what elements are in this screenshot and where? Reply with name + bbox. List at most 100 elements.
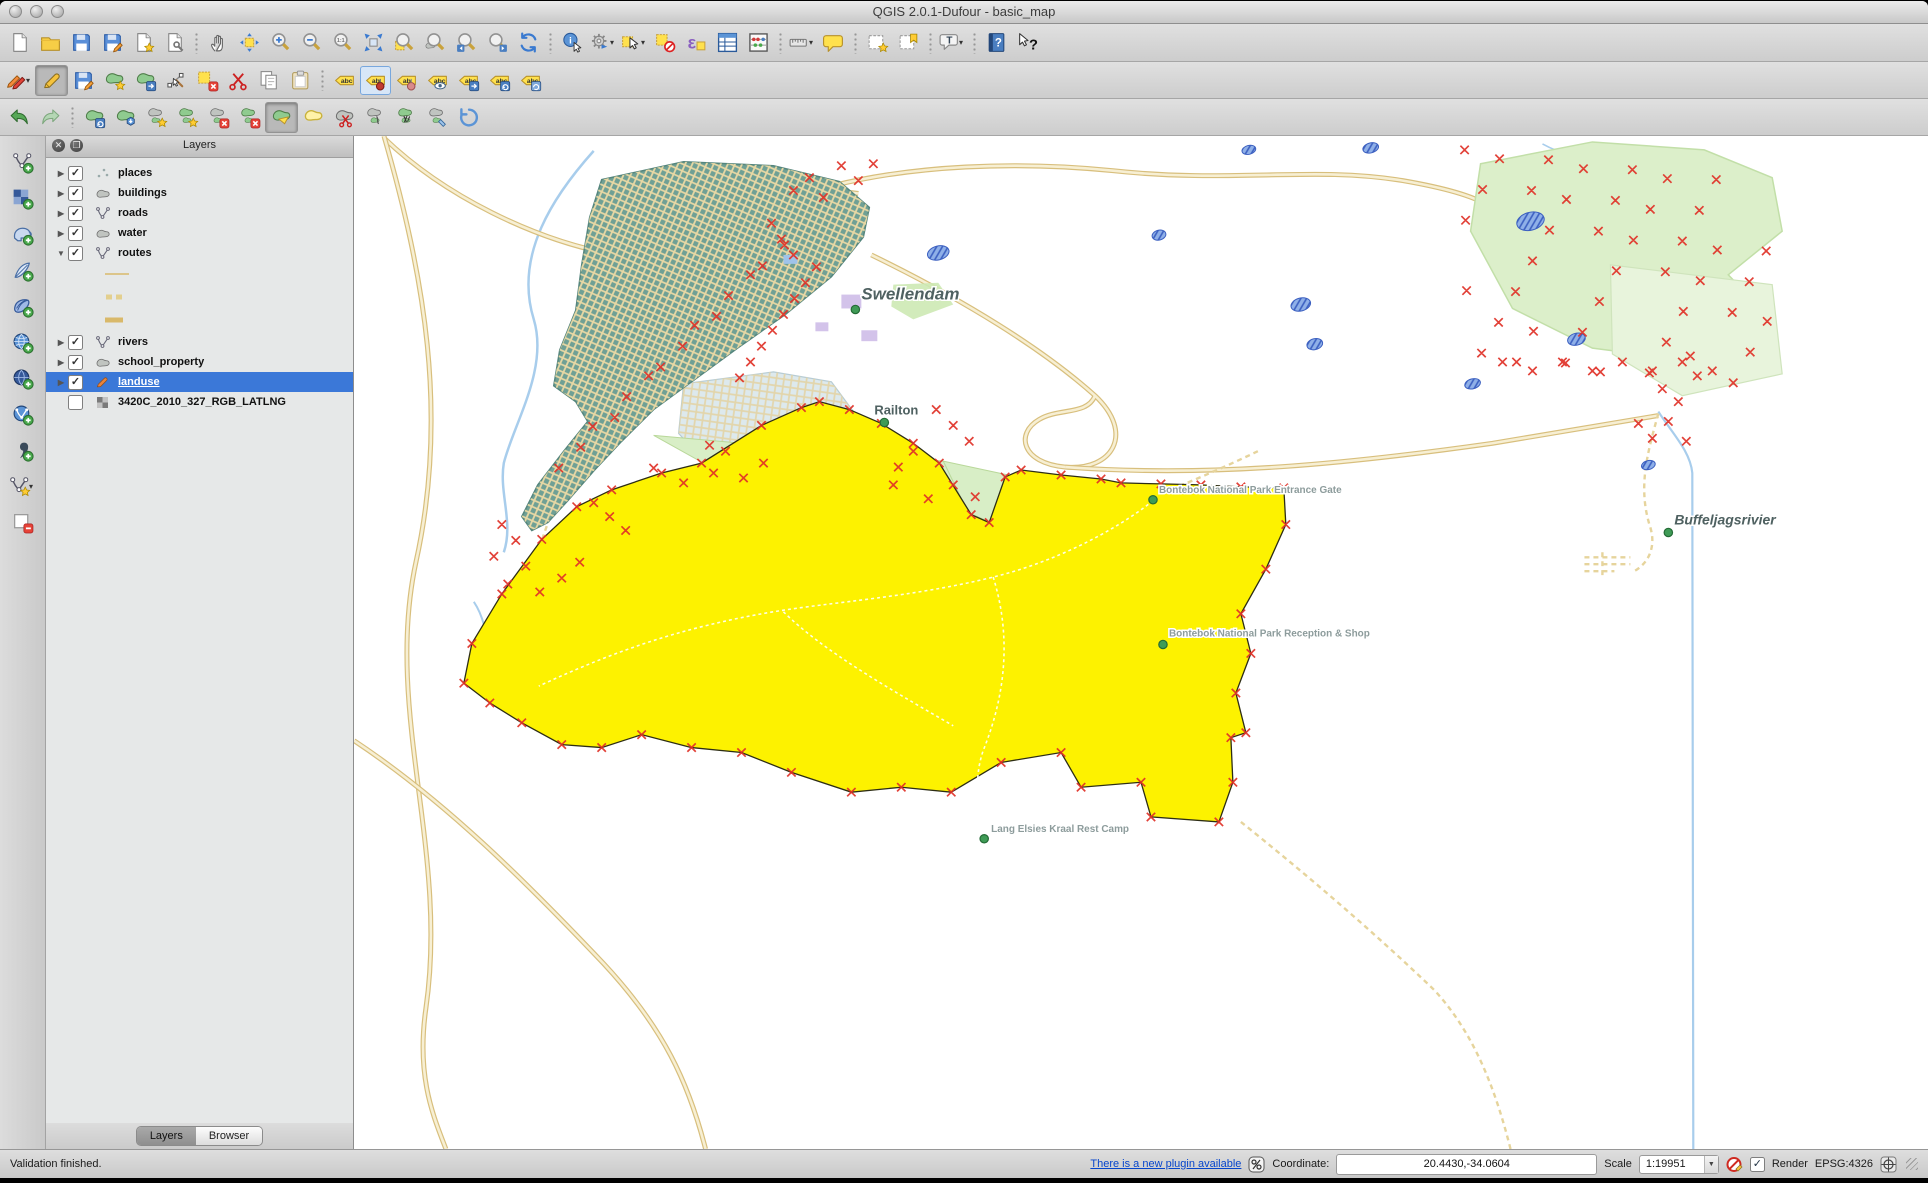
text-annotation-dropdown-icon[interactable]: ▾	[959, 38, 967, 47]
stop-render-icon[interactable]	[1726, 1156, 1743, 1173]
add-vector-layer-button[interactable]	[6, 146, 40, 178]
zoom-to-layer-button[interactable]	[420, 28, 451, 57]
layer-row-water[interactable]: ▶✓water	[46, 223, 353, 243]
add-part-button[interactable]	[172, 103, 203, 132]
split-parts-button[interactable]	[360, 103, 391, 132]
layer-visibility-checkbox[interactable]: ✓	[68, 246, 83, 261]
expand-arrow-icon[interactable]: ▶	[54, 378, 68, 387]
plugin-available-link[interactable]: There is a new plugin available	[1090, 1158, 1241, 1170]
panel-tab-browser[interactable]: Browser	[196, 1127, 262, 1145]
simplify-feature-button[interactable]	[110, 103, 141, 132]
layer-row-routes[interactable]: ▼✓routes	[46, 243, 353, 263]
layer-row-school_property[interactable]: ▶✓school_property	[46, 352, 353, 372]
deselect-features-button[interactable]	[650, 28, 681, 57]
move-label-button[interactable]: abc	[453, 66, 484, 95]
select-by-expression-button[interactable]: ε	[681, 28, 712, 57]
add-wfs-layer-button[interactable]	[6, 398, 40, 430]
add-mssql-layer-button[interactable]	[6, 290, 40, 322]
expand-arrow-icon[interactable]: ▶	[54, 209, 68, 218]
rotate-label-button[interactable]: abc	[484, 66, 515, 95]
delete-selected-button[interactable]	[192, 66, 223, 95]
coordinate-input[interactable]	[1336, 1154, 1597, 1175]
add-ring-button[interactable]	[141, 103, 172, 132]
layer-row-buildings[interactable]: ▶✓buildings	[46, 183, 353, 203]
add-raster-layer-button[interactable]	[6, 182, 40, 214]
redo-button[interactable]	[35, 103, 66, 132]
show-bookmarks-button[interactable]	[893, 28, 924, 57]
panel-tab-layers[interactable]: Layers	[137, 1127, 196, 1145]
save-project-as-button[interactable]	[97, 28, 128, 57]
move-feature-button[interactable]	[130, 66, 161, 95]
scale-combo[interactable]: 1:19951 ▼	[1639, 1155, 1719, 1174]
resize-grip[interactable]	[1906, 1158, 1918, 1170]
save-project-button[interactable]	[66, 28, 97, 57]
show-hidden-labels-button[interactable]: abc	[422, 66, 453, 95]
render-checkbox[interactable]: ✓	[1750, 1157, 1765, 1172]
pin-unpin-labels-button[interactable]: ab	[360, 66, 391, 95]
layer-visibility-checkbox[interactable]	[68, 395, 83, 410]
add-spatialite-layer-button[interactable]	[6, 254, 40, 286]
symbology-item-solid[interactable]	[46, 263, 353, 286]
zoom-full-button[interactable]	[358, 28, 389, 57]
rotate-point-symbols-button[interactable]	[453, 103, 484, 132]
add-feature-button[interactable]	[99, 66, 130, 95]
zoom-last-button[interactable]	[451, 28, 482, 57]
add-postgis-layer-button[interactable]	[6, 218, 40, 250]
zoom-in-button[interactable]	[265, 28, 296, 57]
rotate-feature-button[interactable]	[79, 103, 110, 132]
change-label-button[interactable]: abc	[515, 66, 546, 95]
run-feature-action-dropdown-icon[interactable]: ▾	[610, 38, 618, 47]
plugin-icon[interactable]	[1248, 1156, 1265, 1173]
symbology-item-dashes[interactable]	[46, 286, 353, 309]
add-delimited-text-layer-button[interactable]	[6, 434, 40, 466]
layer-visibility-checkbox[interactable]: ✓	[68, 206, 83, 221]
merge-attributes-button[interactable]	[422, 103, 453, 132]
crs-status-icon[interactable]	[1880, 1156, 1897, 1173]
toggle-editing-button[interactable]	[35, 65, 68, 96]
split-features-button[interactable]	[329, 103, 360, 132]
merge-features-button[interactable]	[391, 103, 422, 132]
select-features-button[interactable]: ▾	[619, 28, 650, 57]
layer-visibility-checkbox[interactable]: ✓	[68, 226, 83, 241]
open-attribute-table-button[interactable]	[712, 28, 743, 57]
zoom-to-selection-button[interactable]	[389, 28, 420, 57]
new-project-button[interactable]	[4, 28, 35, 57]
expand-arrow-icon[interactable]: ▶	[54, 229, 68, 238]
expand-arrow-icon[interactable]: ▶	[54, 338, 68, 347]
zoom-native-button[interactable]: 1:1	[327, 28, 358, 57]
map-refresh-button[interactable]	[513, 28, 544, 57]
composer-manager-button[interactable]	[159, 28, 190, 57]
cut-features-button[interactable]	[223, 66, 254, 95]
current-edits-button[interactable]: ▾	[4, 66, 35, 95]
measure-button[interactable]: ▾	[787, 28, 818, 57]
expand-arrow-icon[interactable]: ▶	[54, 169, 68, 178]
layer-row-roads[interactable]: ▶✓roads	[46, 203, 353, 223]
copy-features-button[interactable]	[254, 66, 285, 95]
zoom-out-button[interactable]	[296, 28, 327, 57]
new-print-composer-button[interactable]	[128, 28, 159, 57]
map-tips-button[interactable]	[818, 28, 849, 57]
map-canvas[interactable]: SwellendamRailtonBontebok National Park …	[354, 136, 1928, 1149]
layer-row-places[interactable]: ▶✓places	[46, 163, 353, 183]
expand-arrow-icon[interactable]: ▶	[54, 358, 68, 367]
highlight-pinned-labels-button[interactable]: ab	[391, 66, 422, 95]
help-contents-button[interactable]: ?	[981, 28, 1012, 57]
title-bar[interactable]: QGIS 2.0.1-Dufour - basic_map	[0, 1, 1928, 24]
whats-this-button[interactable]: ?	[1012, 28, 1043, 57]
layer-visibility-checkbox[interactable]: ✓	[68, 335, 83, 350]
layer-row-3420C_2010_327_RGB_LATLNG[interactable]: 3420C_2010_327_RGB_LATLNG	[46, 392, 353, 412]
new-bookmark-button[interactable]	[862, 28, 893, 57]
layer-visibility-checkbox[interactable]: ✓	[68, 355, 83, 370]
labeling-button[interactable]: abc	[329, 66, 360, 95]
zoom-next-button[interactable]	[482, 28, 513, 57]
new-shapefile-layer-button[interactable]: ▾	[6, 470, 40, 502]
layer-row-landuse[interactable]: ▶✓landuse	[46, 372, 353, 392]
map-svg[interactable]: SwellendamRailtonBontebok National Park …	[354, 136, 1928, 1149]
identify-features-button[interactable]: i	[557, 28, 588, 57]
add-wcs-layer-button[interactable]	[6, 362, 40, 394]
add-wms-layer-button[interactable]	[6, 326, 40, 358]
field-calculator-button[interactable]	[743, 28, 774, 57]
paste-features-button[interactable]	[285, 66, 316, 95]
measure-dropdown-icon[interactable]: ▾	[809, 38, 817, 47]
run-feature-action-button[interactable]: ▾	[588, 28, 619, 57]
